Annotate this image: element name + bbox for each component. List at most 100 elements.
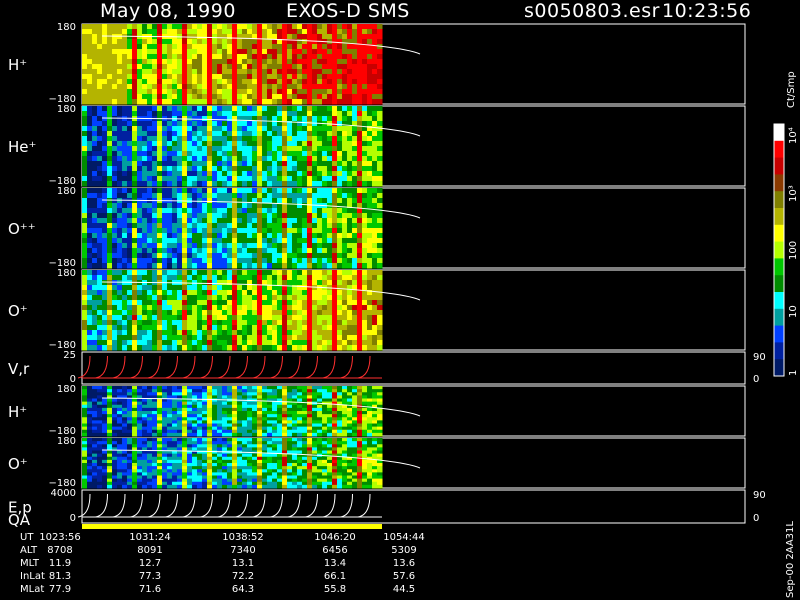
heat-cell: [302, 223, 308, 229]
heat-cell: [182, 401, 188, 406]
heat-cell: [112, 166, 118, 172]
heat-cell: [102, 156, 108, 162]
heat-cell: [242, 325, 248, 331]
heat-cell: [327, 275, 333, 281]
heat-cell: [327, 24, 333, 30]
heat-cell: [207, 429, 213, 434]
heat-cell: [137, 401, 143, 406]
heat-cell: [287, 208, 293, 214]
heat-cell: [317, 136, 323, 142]
heat-cell: [362, 193, 368, 199]
heat-cell: [187, 340, 193, 346]
heat-cell: [102, 401, 108, 406]
heat-cell: [97, 325, 103, 331]
heat-cell: [322, 213, 328, 219]
heat-cell: [237, 270, 243, 276]
heat-cell: [117, 248, 123, 254]
heat-cell: [342, 389, 348, 393]
heat-cell: [232, 111, 238, 117]
heat-cell: [112, 310, 118, 316]
heat-cell: [87, 213, 93, 219]
heat-cell: [282, 395, 288, 399]
heat-cell: [202, 39, 208, 45]
heat-cell: [107, 404, 113, 409]
heat-cell: [277, 426, 283, 431]
heat-cell: [337, 89, 343, 95]
heat-cell: [217, 54, 223, 60]
heat-cell: [347, 151, 353, 157]
heat-cell: [372, 395, 378, 399]
heat-cell: [177, 258, 183, 264]
heat-cell: [132, 141, 138, 147]
heat-cell: [332, 429, 338, 434]
heat-cell: [147, 74, 153, 80]
heat-cell: [157, 59, 163, 65]
heat-cell: [132, 275, 138, 281]
heat-cell: [267, 426, 273, 431]
heat-cell: [267, 69, 273, 75]
heat-cell: [172, 414, 178, 418]
heat-cell: [212, 24, 218, 30]
heat-cell: [227, 161, 233, 167]
heat-cell: [92, 193, 98, 199]
heat-cell: [222, 203, 228, 209]
heat-cell: [97, 320, 103, 326]
heat-cell: [177, 310, 183, 316]
heat-cell: [227, 432, 233, 437]
heat-cell: [367, 94, 373, 100]
heat-cell: [327, 218, 333, 224]
heat-cell: [117, 300, 123, 306]
heat-cell: [377, 238, 383, 244]
heat-cell: [187, 171, 193, 177]
heat-cell: [257, 243, 263, 249]
heat-cell: [167, 126, 173, 132]
heat-cell: [162, 330, 168, 336]
heat-cell: [82, 459, 88, 464]
heat-cell: [262, 238, 268, 244]
heat-cell: [107, 263, 113, 269]
heat-cell: [197, 345, 203, 351]
heat-cell: [212, 420, 218, 424]
heat-cell: [87, 389, 93, 393]
heat-cell: [182, 54, 188, 60]
heat-cell: [332, 156, 338, 162]
heat-cell: [352, 270, 358, 276]
heat-cell: [352, 228, 358, 234]
heat-cell: [92, 238, 98, 244]
heat-cell: [82, 472, 88, 476]
heat-cell: [127, 79, 133, 85]
heat-cell: [292, 213, 298, 219]
heat-cell: [217, 270, 223, 276]
heat-cell: [227, 171, 233, 177]
heat-cell: [262, 411, 268, 415]
heat-cell: [327, 64, 333, 70]
heat-cell: [367, 99, 373, 105]
heat-cell: [322, 84, 328, 90]
heat-cell: [197, 238, 203, 244]
heat-cell: [372, 116, 378, 122]
heat-cell: [172, 270, 178, 276]
heat-cell: [307, 116, 313, 122]
heat-cell: [367, 213, 373, 219]
heat-cell: [222, 84, 228, 90]
heat-cell: [97, 54, 103, 60]
heat-cell: [147, 44, 153, 50]
heat-cell: [272, 34, 278, 40]
heat-cell: [167, 141, 173, 147]
heat-cell: [367, 166, 373, 172]
heat-cell: [362, 213, 368, 219]
heat-cell: [187, 228, 193, 234]
heat-cell: [187, 345, 193, 351]
heat-cell: [357, 29, 363, 35]
heat-cell: [212, 258, 218, 264]
heat-cell: [102, 450, 108, 455]
heat-cell: [117, 24, 123, 30]
heat-cell: [267, 392, 273, 396]
heat-cell: [162, 126, 168, 132]
heat-cell: [372, 136, 378, 142]
heat-cell: [112, 335, 118, 341]
heat-cell: [182, 253, 188, 259]
heat-cell: [212, 386, 218, 390]
heat-cell: [292, 54, 298, 60]
heat-cell: [97, 395, 103, 399]
